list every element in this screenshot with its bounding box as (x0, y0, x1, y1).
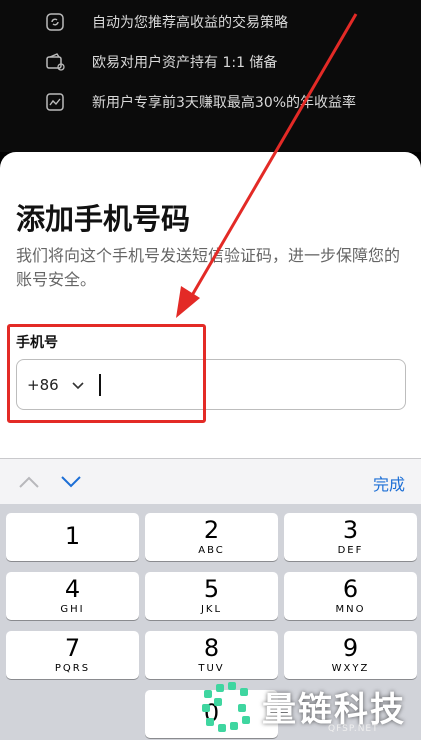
page-title: 添加手机号码 (16, 202, 191, 236)
key-2[interactable]: 2 ABC (145, 513, 278, 561)
chevron-up-icon[interactable] (18, 473, 40, 491)
key-3[interactable]: 3 DEF (284, 513, 417, 561)
key-4[interactable]: 4 GHI (6, 572, 139, 620)
background-panel: 自动为您推荐高收益的交易策略 欧易对用户资产持有 1:1 储备 新用户专享前3天… (0, 0, 421, 152)
feature-row-strategy: 自动为您推荐高收益的交易策略 (44, 7, 288, 37)
watermark: 量链科技 QFSP.NET (200, 676, 421, 740)
key-6[interactable]: 6 MNO (284, 572, 417, 620)
key-9[interactable]: 9 WXYZ (284, 631, 417, 679)
sheet-description: 我们将向这个手机号发送短信验证码，进一步保障您的账号安全。 (16, 246, 401, 289)
feature-text: 自动为您推荐高收益的交易策略 (92, 15, 288, 31)
chart-growth-icon (44, 91, 66, 113)
feature-text: 新用户专享前3天赚取最高30%的年收益率 (92, 95, 357, 111)
feature-row-reserve: 欧易对用户资产持有 1:1 储备 (44, 47, 277, 77)
key-5[interactable]: 5 JKL (145, 572, 278, 620)
refresh-strategy-icon (44, 11, 66, 33)
watermark-logo-icon (202, 682, 250, 732)
key-1[interactable]: 1 (6, 513, 139, 561)
key-8[interactable]: 8 TUV (145, 631, 278, 679)
chevron-down-icon[interactable] (60, 473, 82, 491)
watermark-subtext: QFSP.NET (328, 724, 379, 734)
wallet-reserve-icon (44, 51, 66, 73)
feature-row-yield: 新用户专享前3天赚取最高30%的年收益率 (44, 87, 356, 117)
done-button[interactable]: 完成 (373, 471, 405, 495)
keyboard-toolbar: 完成 (0, 458, 421, 504)
annotation-highlight-box (7, 324, 206, 423)
feature-text: 欧易对用户资产持有 1:1 储备 (92, 55, 278, 71)
key-7[interactable]: 7 PQRS (6, 631, 139, 679)
